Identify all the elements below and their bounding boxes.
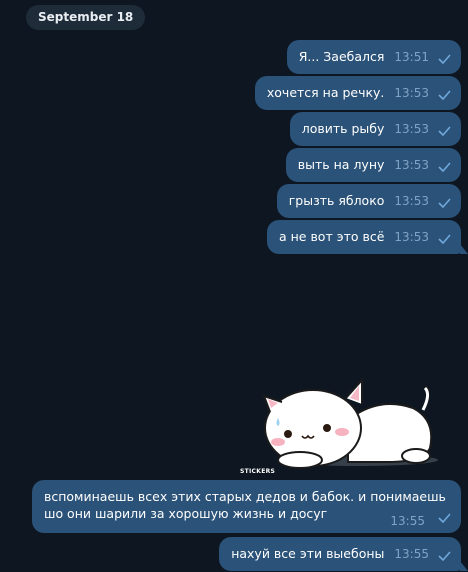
cat-sticker[interactable] [238, 368, 438, 478]
check-icon [438, 162, 451, 172]
message-bubble[interactable]: а не вот это всё 13:53 [266, 220, 468, 254]
message-bubble[interactable]: выть на луну 13:53 [285, 148, 461, 182]
message-text: ловить рыбу [301, 121, 385, 136]
message-bubble[interactable]: грызть яблоко 13:53 [276, 184, 461, 218]
message-time: 13:53 [394, 230, 429, 244]
message-bubble[interactable]: Я... Заебался 13:51 [286, 40, 461, 74]
date-separator: September 18 [26, 5, 146, 30]
check-icon [438, 513, 451, 523]
message-text: хочется на речку. [266, 85, 385, 100]
sticker-caption: STICKERS [240, 468, 276, 475]
check-icon [438, 551, 451, 561]
check-icon [438, 198, 451, 208]
message-time: 13:53 [394, 158, 429, 172]
message-time: 13:55 [390, 514, 425, 528]
message-time: 13:53 [394, 122, 429, 136]
message-time: 13:53 [394, 194, 429, 208]
message-bubble[interactable]: нахуй все эти выебоны 13:55 [219, 537, 468, 571]
message-time: 13:53 [394, 86, 429, 100]
check-icon [438, 54, 451, 64]
message-bubble[interactable]: ловить рыбу 13:53 [289, 112, 461, 146]
message-text: нахуй все эти выебоны [231, 546, 385, 561]
message-time: 13:51 [394, 50, 429, 64]
message-text: грызть яблоко [288, 193, 385, 208]
message-text: Я... Заебался [298, 49, 385, 64]
check-icon [438, 90, 451, 100]
message-bubble[interactable]: хочется на речку. 13:53 [254, 76, 461, 110]
message-text: а не вот это всё [278, 229, 385, 244]
check-icon [438, 234, 451, 244]
message-bubble[interactable]: вспоминаешь всех этих старых дедов и баб… [32, 480, 461, 533]
message-text: выть на луну [297, 157, 385, 172]
message-time: 13:55 [394, 547, 429, 561]
check-icon [438, 126, 451, 136]
